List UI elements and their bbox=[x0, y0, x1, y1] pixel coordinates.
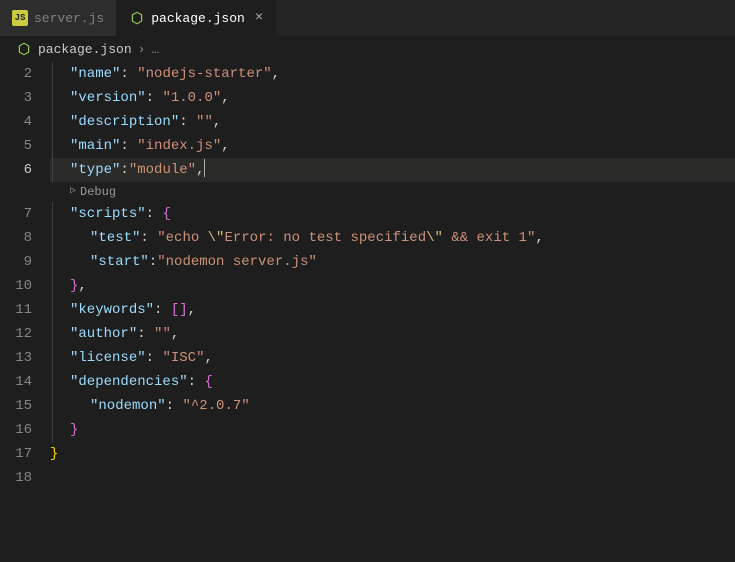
line-number: 14 bbox=[0, 370, 32, 394]
code-line: "test": "echo \"Error: no test specified… bbox=[50, 226, 735, 250]
code-line: "main": "index.js", bbox=[50, 134, 735, 158]
nodejs-icon bbox=[16, 41, 32, 57]
code-area[interactable]: "name": "nodejs-starter", "version": "1.… bbox=[50, 62, 735, 490]
line-number-gutter: 2 3 4 5 6 7 8 9 10 11 12 13 14 15 16 17 … bbox=[0, 62, 50, 490]
code-line: }, bbox=[50, 274, 735, 298]
code-editor[interactable]: 2 3 4 5 6 7 8 9 10 11 12 13 14 15 16 17 … bbox=[0, 62, 735, 490]
code-line: "description": "", bbox=[50, 110, 735, 134]
codelens-debug[interactable]: ▷Debug bbox=[50, 182, 735, 202]
breadcrumb-ellipsis: … bbox=[151, 42, 159, 57]
code-line: "start":"nodemon server.js" bbox=[50, 250, 735, 274]
line-number: 18 bbox=[0, 466, 32, 490]
code-line: "license": "ISC", bbox=[50, 346, 735, 370]
nodejs-icon bbox=[129, 10, 145, 26]
line-number: 7 bbox=[0, 202, 32, 226]
line-number: 5 bbox=[0, 134, 32, 158]
line-number: 16 bbox=[0, 418, 32, 442]
code-line: "name": "nodejs-starter", bbox=[50, 62, 735, 86]
chevron-right-icon: › bbox=[138, 42, 146, 57]
code-line: "scripts": { bbox=[50, 202, 735, 226]
code-line: "author": "", bbox=[50, 322, 735, 346]
line-number: 15 bbox=[0, 394, 32, 418]
line-number: 4 bbox=[0, 110, 32, 134]
line-number: 17 bbox=[0, 442, 32, 466]
code-line: "version": "1.0.0", bbox=[50, 86, 735, 110]
line-number: 2 bbox=[0, 62, 32, 86]
tab-bar: JS server.js package.json × bbox=[0, 0, 735, 36]
line-number: 9 bbox=[0, 250, 32, 274]
breadcrumb[interactable]: package.json › … bbox=[0, 36, 735, 62]
code-line: "keywords": [], bbox=[50, 298, 735, 322]
code-line: } bbox=[50, 418, 735, 442]
line-number: 13 bbox=[0, 346, 32, 370]
line-number: 8 bbox=[0, 226, 32, 250]
code-line bbox=[50, 466, 735, 490]
line-number: 12 bbox=[0, 322, 32, 346]
tab-label: server.js bbox=[34, 11, 104, 26]
text-cursor bbox=[204, 159, 205, 177]
code-line: "dependencies": { bbox=[50, 370, 735, 394]
tab-server-js[interactable]: JS server.js bbox=[0, 0, 117, 36]
tab-label: package.json bbox=[151, 11, 245, 26]
close-icon[interactable]: × bbox=[255, 10, 263, 26]
line-number: 6 bbox=[0, 158, 32, 182]
line-number: 11 bbox=[0, 298, 32, 322]
line-number: 10 bbox=[0, 274, 32, 298]
code-line: "nodemon": "^2.0.7" bbox=[50, 394, 735, 418]
javascript-icon: JS bbox=[12, 10, 28, 26]
tab-package-json[interactable]: package.json × bbox=[117, 0, 276, 36]
code-line-active: "type":"module", bbox=[50, 158, 735, 182]
line-number: 3 bbox=[0, 86, 32, 110]
breadcrumb-file: package.json bbox=[38, 42, 132, 57]
play-icon: ▷ bbox=[70, 182, 76, 202]
code-line: } bbox=[50, 442, 735, 466]
